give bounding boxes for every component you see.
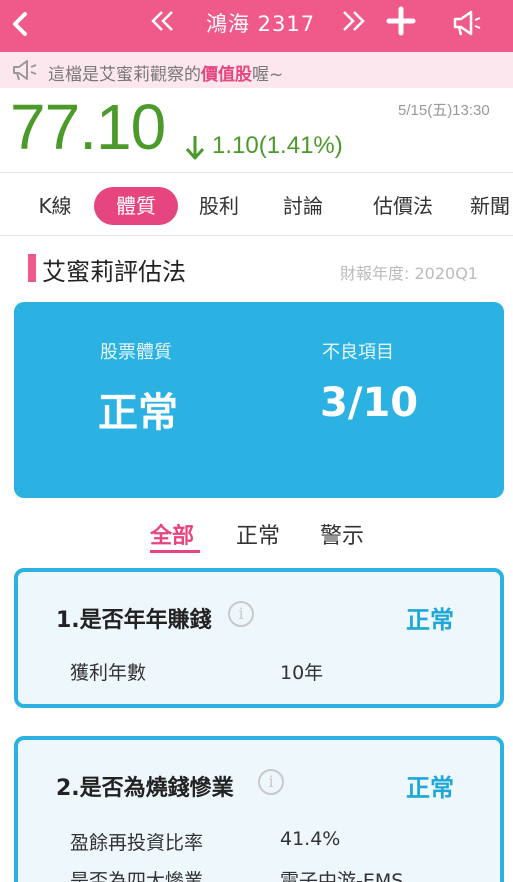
health-value: 正常	[98, 390, 178, 436]
criteria-status: 正常	[406, 606, 454, 634]
megaphone-icon	[12, 58, 38, 82]
criteria-status: 正常	[406, 774, 454, 802]
share-button[interactable]	[452, 8, 482, 38]
quote-datetime: 5/15(五)13:30	[398, 102, 490, 119]
stock-title: 鴻海 2317	[206, 12, 316, 36]
tab-discussion[interactable]: 討論	[270, 187, 336, 225]
prev-stock-button[interactable]	[148, 6, 178, 43]
tab-valuation[interactable]: 估價法	[358, 187, 448, 225]
megaphone-icon	[453, 10, 481, 36]
criteria-title: 1.是否年年賺錢	[56, 608, 212, 633]
arrow-down-icon	[184, 132, 206, 162]
row-value: 10年	[280, 662, 324, 684]
double-chevron-right-icon	[343, 11, 365, 31]
notice-highlight: 價值股	[201, 65, 252, 85]
criteria-card[interactable]: 2.是否為燒錢慘業 i 正常 盈餘再投資比率 41.4% 是否為四大慘業 電子中…	[14, 736, 504, 882]
next-stock-button[interactable]	[338, 6, 368, 43]
row-label: 是否為四大慘業	[70, 870, 204, 882]
tab-news[interactable]: 新聞	[470, 187, 513, 225]
current-price: 77.10	[10, 91, 166, 163]
tab-bar: K線 體質 股利 討論 估價法 新聞	[0, 172, 513, 236]
info-icon[interactable]: i	[228, 601, 254, 627]
criteria-card[interactable]: 1.是否年年賺錢 i 正常 獲利年數 10年	[14, 568, 504, 708]
row-label: 獲利年數	[70, 662, 147, 684]
row-value: 電子中游-EMS	[280, 870, 404, 882]
double-chevron-left-icon	[151, 11, 173, 31]
filter-all[interactable]: 全部	[150, 518, 194, 550]
row-label: 盈餘再投資比率	[70, 832, 204, 854]
filter-underline	[150, 550, 200, 553]
report-year: 財報年度: 2020Q1	[340, 264, 478, 283]
filter-warning[interactable]: 警示	[320, 518, 364, 550]
notice-bar[interactable]: 這檔是艾蜜莉觀察的價值股喔~	[0, 52, 513, 88]
tab-fundamentals[interactable]: 體質	[94, 187, 178, 225]
price-change: 1.10(1.41%)	[212, 132, 343, 159]
notice-text: 這檔是艾蜜莉觀察的價值股喔~	[48, 65, 284, 85]
criteria-title: 2.是否為燒錢慘業	[56, 776, 234, 801]
chevron-left-icon	[13, 12, 27, 36]
health-label: 股票體質	[100, 342, 172, 363]
filter-normal[interactable]: 正常	[236, 518, 280, 550]
tab-kline[interactable]: K線	[22, 187, 88, 225]
add-watchlist-button[interactable]	[386, 3, 416, 46]
top-bar: 鴻海 2317	[0, 0, 513, 52]
row-value: 41.4%	[280, 828, 341, 850]
summary-card: 股票體質 正常 不良項目 3/10	[14, 302, 504, 498]
tab-dividend[interactable]: 股利	[186, 187, 252, 225]
plus-icon	[386, 6, 416, 36]
bad-items-value: 3/10	[320, 380, 419, 426]
section-title: 艾蜜莉評估法	[42, 258, 186, 286]
bad-items-label: 不良項目	[322, 342, 394, 363]
info-icon[interactable]: i	[258, 769, 284, 795]
section-marker	[28, 254, 36, 282]
back-button[interactable]	[8, 9, 32, 39]
